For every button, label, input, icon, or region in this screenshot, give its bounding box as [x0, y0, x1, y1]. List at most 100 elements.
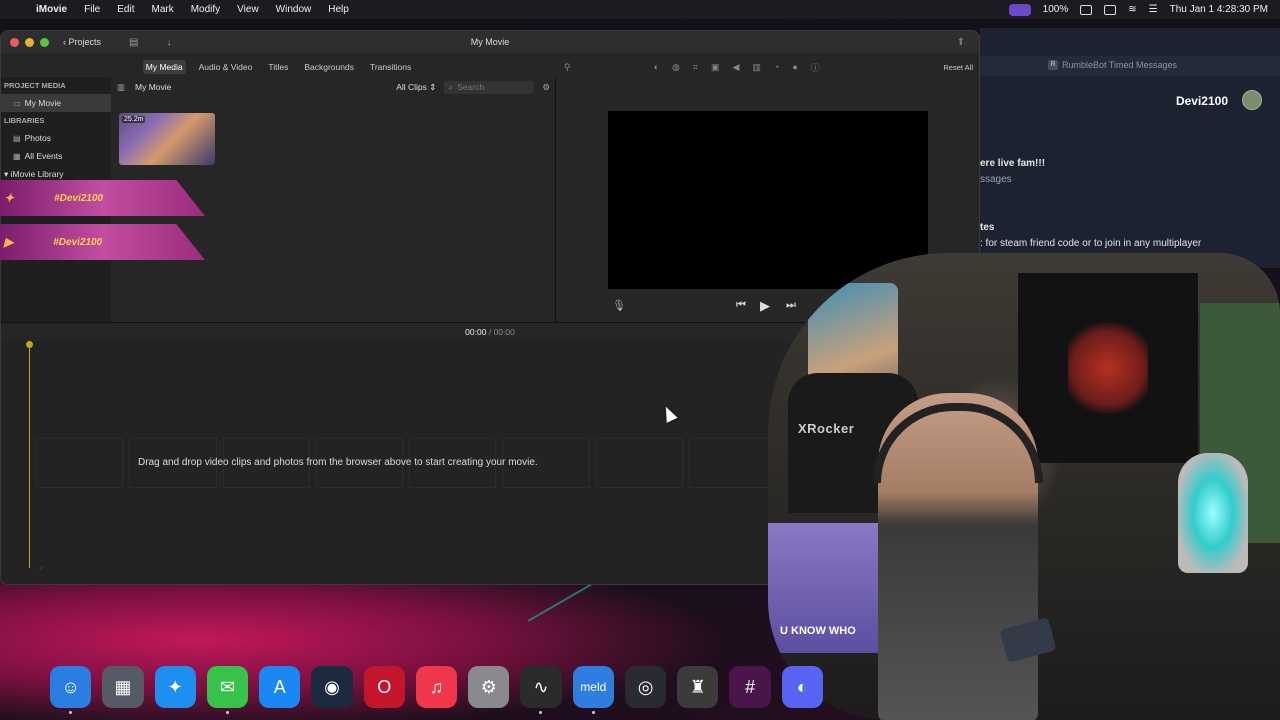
- clip-duration: 25.2m: [122, 116, 146, 123]
- title-bar: ‹ Projects ▤ ↓ My Movie ⬆: [1, 31, 979, 53]
- dock-music-icon[interactable]: ♫: [415, 666, 458, 708]
- color-balance-icon[interactable]: ◐: [654, 62, 659, 72]
- dock-activity-monitor-icon[interactable]: ∿: [520, 666, 562, 714]
- tab-transitions[interactable]: Transitions: [367, 60, 414, 74]
- dock-slack-icon[interactable]: #: [729, 666, 771, 708]
- speed-icon[interactable]: ◔: [774, 62, 779, 72]
- playhead[interactable]: [29, 343, 30, 568]
- menu-window[interactable]: Window: [276, 4, 312, 15]
- search-field[interactable]: ⌕ Search: [444, 80, 535, 94]
- close-button[interactable]: [10, 37, 19, 47]
- message-line: : for steam friend code or to join in an…: [980, 238, 1202, 249]
- dock-steam-icon[interactable]: ◉: [311, 666, 353, 708]
- crop-icon[interactable]: ⌗: [693, 62, 698, 73]
- share-icon[interactable]: ⬆: [957, 37, 965, 48]
- window-controls: [10, 37, 49, 47]
- skip-forward-icon[interactable]: ⏭: [786, 299, 796, 312]
- time-separator: /: [488, 327, 492, 337]
- info-icon[interactable]: ⓘ: [811, 61, 820, 74]
- menu-app-name[interactable]: iMovie: [36, 4, 67, 15]
- sidebar-item-my-movie[interactable]: ▭ My Movie: [1, 94, 111, 112]
- filter-icon[interactable]: ●: [792, 62, 797, 72]
- username: Devi2100: [1175, 94, 1228, 108]
- chair-brand: XRocker: [798, 421, 855, 436]
- screen-recording-icon[interactable]: [1008, 3, 1031, 16]
- message-line: ere live fam!!!: [980, 158, 1046, 169]
- video-viewer[interactable]: [608, 111, 928, 289]
- sidebar-item-label: iMovie Library: [10, 169, 64, 179]
- tab-backgrounds[interactable]: Backgrounds: [301, 60, 357, 74]
- sidebar-item-all-events[interactable]: ▦ All Events: [1, 147, 111, 165]
- stream-banner: ✦ #Devi2100: [0, 180, 205, 216]
- battery-icon[interactable]: [1080, 4, 1093, 15]
- search-icon: ⌕: [448, 81, 454, 92]
- clock[interactable]: Thu Jan 1 4:28:30 PM: [1170, 4, 1268, 15]
- menu-modify[interactable]: Modify: [191, 4, 220, 15]
- noise-reduction-icon[interactable]: ▥: [752, 62, 761, 73]
- browser-tab-title: RumbleBot Timed Messages: [1062, 60, 1178, 70]
- color-correction-icon[interactable]: ◍: [672, 62, 680, 73]
- wall-flag: [1018, 273, 1198, 463]
- dock-finder-icon[interactable]: ☺: [50, 666, 92, 714]
- dock-rumblebot-icon[interactable]: ♜: [677, 666, 719, 708]
- import-icon[interactable]: ↓: [166, 37, 171, 48]
- menu-edit[interactable]: Edit: [117, 4, 134, 15]
- rumblebot-favicon-icon: R: [1048, 60, 1058, 70]
- dock-obs-icon[interactable]: ◎: [624, 666, 667, 708]
- wifi-icon[interactable]: ≋: [1128, 4, 1136, 15]
- zoom-button[interactable]: [40, 37, 49, 47]
- microphone-icon[interactable]: 🎙: [612, 299, 626, 312]
- banner-handle: #Devi2100: [54, 192, 103, 204]
- panel-divider[interactable]: [555, 77, 556, 322]
- media-tabs: My Media Audio & Video Titles Background…: [1, 57, 556, 77]
- control-center-icon[interactable]: ☰: [1149, 4, 1158, 15]
- sticker-text: U KNOW WHO: [780, 625, 856, 637]
- stabilization-icon[interactable]: ▣: [711, 62, 720, 73]
- media-browser-title: My Movie: [135, 82, 172, 92]
- sidebar-item-photos[interactable]: ▤ Photos: [1, 129, 111, 147]
- menu-mark[interactable]: Mark: [151, 4, 173, 15]
- twitter-icon: ✦: [4, 191, 15, 205]
- reset-all-button[interactable]: Reset All: [943, 63, 973, 72]
- menu-view[interactable]: View: [237, 4, 259, 15]
- volume-icon[interactable]: ◀: [732, 62, 739, 73]
- dock-messages-icon[interactable]: ✉: [206, 666, 249, 714]
- dock-meld-icon[interactable]: meld: [572, 666, 614, 714]
- display-icon[interactable]: [1104, 4, 1117, 15]
- message-line: tes: [980, 222, 995, 233]
- layout-icon[interactable]: ▤: [129, 37, 138, 48]
- tab-titles[interactable]: Titles: [265, 60, 291, 74]
- project-media-heading: PROJECT MEDIA: [4, 81, 66, 90]
- dock: ☺ ▦ ✦ ✉ A ◉ O ♫ ⚙ ∿ meld ◎ ♜ # ◐: [50, 662, 830, 714]
- minimize-button[interactable]: [25, 37, 34, 47]
- avatar[interactable]: [1242, 90, 1262, 110]
- running-indicator: [225, 711, 229, 714]
- magic-wand-icon[interactable]: ⚲: [564, 62, 571, 73]
- sidebar-toggle-icon[interactable]: ▥: [117, 82, 125, 93]
- dock-opera-icon[interactable]: O: [363, 666, 405, 708]
- grid-icon: ▦: [13, 151, 21, 161]
- gear-icon[interactable]: ⚙: [542, 82, 550, 93]
- tab-audio-video[interactable]: Audio & Video: [196, 60, 256, 74]
- media-browser-header: ▥ My Movie All Clips ⇕ ⌕ Search ⚙: [111, 77, 556, 97]
- projects-button[interactable]: ‹ Projects: [63, 37, 101, 47]
- microphone: [1178, 453, 1248, 573]
- video-clip-thumbnail[interactable]: 25.2m: [119, 113, 215, 165]
- menu-help[interactable]: Help: [328, 4, 349, 15]
- browser-tab[interactable]: R RumbleBot Timed Messages: [1048, 60, 1177, 70]
- play-icon[interactable]: ▶: [760, 298, 770, 314]
- battery-percent: 100%: [1042, 4, 1069, 15]
- dock-system-settings-icon[interactable]: ⚙: [468, 666, 510, 708]
- tab-my-media[interactable]: My Media: [142, 60, 186, 74]
- empty-timeline-message: Drag and drop video clips and photos fro…: [138, 457, 538, 468]
- skip-back-icon[interactable]: ⏮: [736, 299, 746, 312]
- music-note-icon: ♪: [39, 563, 43, 572]
- menu-file[interactable]: File: [84, 4, 100, 15]
- dock-app-store-icon[interactable]: A: [259, 666, 301, 708]
- stream-banner: ▶ #Devi2100: [0, 224, 205, 260]
- dock-safari-icon[interactable]: ✦: [154, 666, 196, 708]
- dock-launchpad-icon[interactable]: ▦: [102, 666, 144, 708]
- dock-discord-icon[interactable]: ◐: [781, 666, 823, 708]
- clip-filter-dropdown[interactable]: All Clips ⇕: [396, 82, 436, 93]
- sidebar-item-label: All Events: [24, 151, 63, 161]
